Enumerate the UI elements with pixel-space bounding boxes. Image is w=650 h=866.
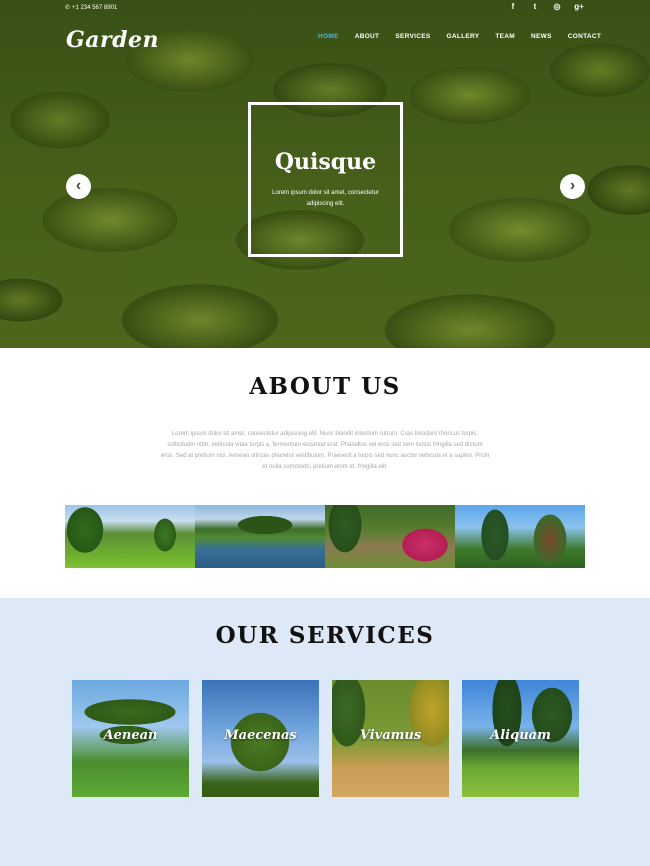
service-label: Maecenas: [224, 728, 297, 743]
nav-news[interactable]: NEWS: [531, 33, 552, 40]
twitter-icon[interactable]: t: [530, 2, 540, 11]
phone-number: ✆ +1 234 567 8901: [65, 5, 118, 11]
top-bar: ✆ +1 234 567 8901 f t ◎ g+: [0, 0, 650, 16]
services-title: OUR SERVICES: [215, 622, 435, 649]
nav-home[interactable]: HOME: [318, 33, 339, 40]
service-label: Vivamus: [359, 728, 422, 743]
service-card-maecenas[interactable]: Maecenas: [202, 680, 319, 797]
gallery-image-flowers[interactable]: [325, 505, 455, 568]
service-label: Aenean: [103, 728, 158, 743]
service-label: Aliquam: [490, 728, 551, 743]
gallery-image-lawn[interactable]: [65, 505, 195, 568]
slider-prev-button[interactable]: ‹: [66, 174, 91, 199]
social-links: f t ◎ g+: [508, 2, 584, 11]
slide-caption-box: Quisque Lorem ipsum dolor sit amet, cons…: [248, 102, 403, 257]
gallery-image-topiary[interactable]: [455, 505, 585, 568]
nav-services[interactable]: SERVICES: [395, 33, 430, 40]
service-card-aliquam[interactable]: Aliquam: [462, 680, 579, 797]
service-card-aenean[interactable]: Aenean: [72, 680, 189, 797]
site-logo[interactable]: Garden: [66, 27, 159, 53]
google-plus-icon[interactable]: g+: [574, 2, 584, 11]
about-gallery: [65, 505, 585, 568]
slider-next-button[interactable]: ›: [560, 174, 585, 199]
nav-gallery[interactable]: GALLERY: [446, 33, 479, 40]
nav-contact[interactable]: CONTACT: [568, 33, 601, 40]
slide-text: Lorem ipsum dolor sit amet, consectetur …: [272, 190, 379, 207]
about-text: Lorem ipsum dolor sit amet, consectetur …: [160, 431, 490, 470]
nav-about[interactable]: ABOUT: [355, 33, 380, 40]
main-nav: HOME ABOUT SERVICES GALLERY TEAM NEWS CO…: [318, 33, 617, 40]
gallery-image-pond[interactable]: [195, 505, 325, 568]
facebook-icon[interactable]: f: [508, 2, 518, 11]
nav-team[interactable]: TEAM: [495, 33, 515, 40]
dribbble-icon[interactable]: ◎: [552, 2, 562, 11]
slide-title: Quisque: [274, 149, 377, 175]
hero-slider: ✆ +1 234 567 8901 f t ◎ g+ Garden HOME AB…: [0, 0, 650, 348]
service-card-vivamus[interactable]: Vivamus: [332, 680, 449, 797]
services-section: OUR SERVICES Aenean Maecenas Vivamus Ali…: [0, 598, 650, 866]
about-title: ABOUT US: [249, 373, 401, 400]
phone-icon: ✆: [65, 5, 71, 11]
